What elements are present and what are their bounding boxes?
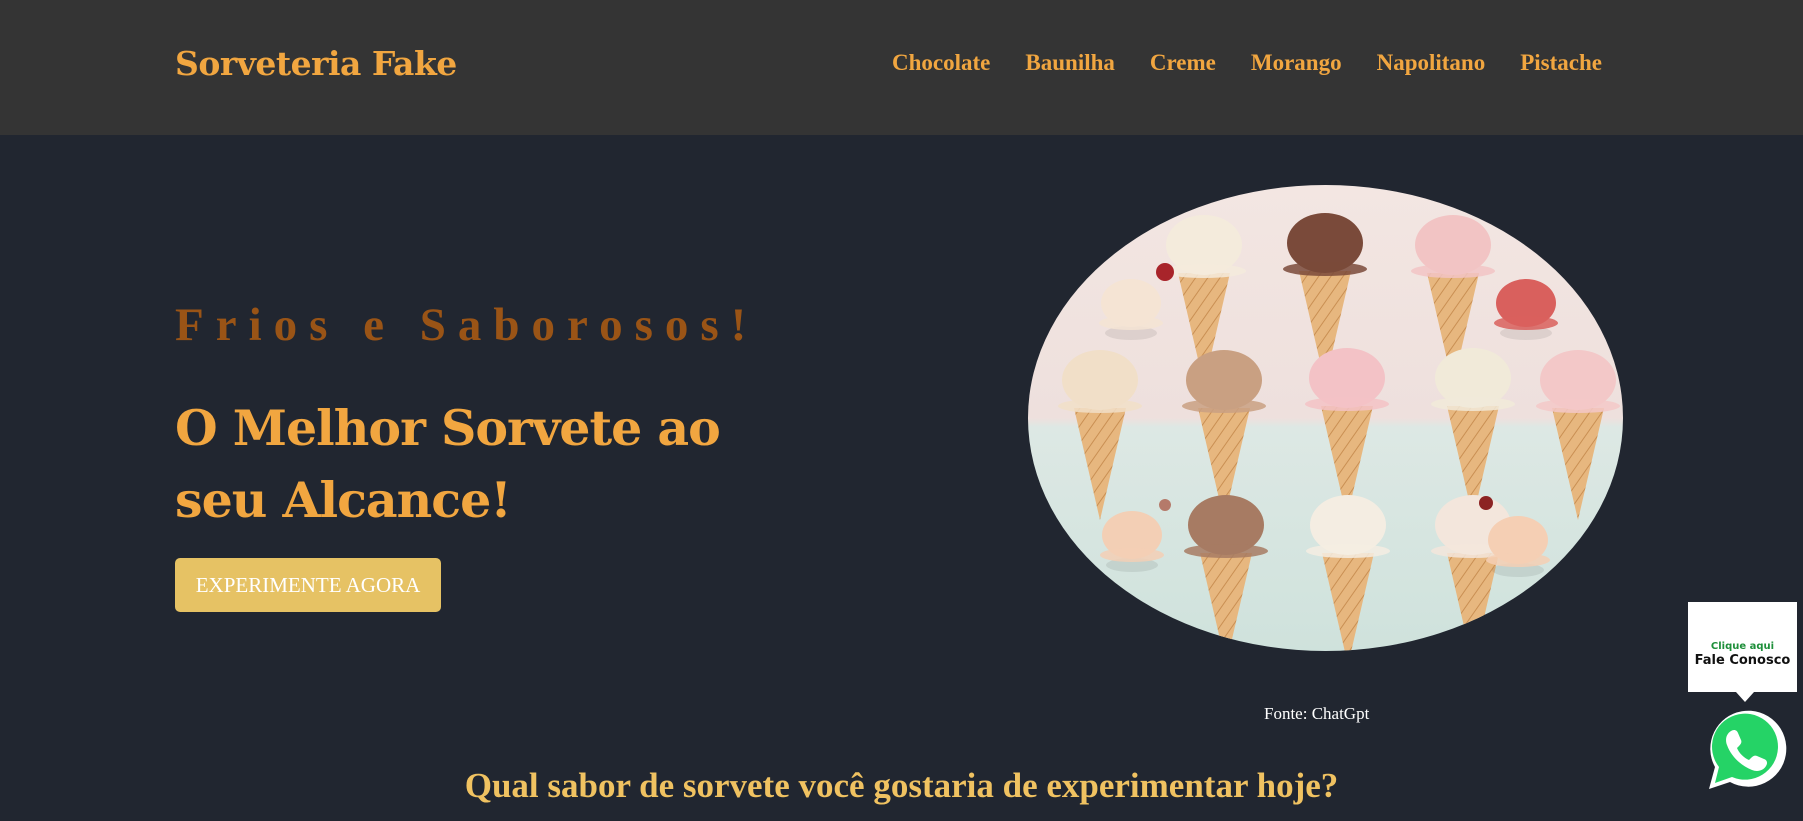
navbar: Sorveteria Fake Chocolate Baunilha Creme… (0, 0, 1803, 135)
nav-item-napolitano[interactable]: Napolitano (1377, 50, 1486, 76)
hero-eyebrow: Frios e Saborosos! (175, 299, 759, 351)
nav-menu: Chocolate Baunilha Creme Morango Napolit… (892, 50, 1602, 76)
ice-cream-cone-5 (1494, 279, 1558, 340)
whatsapp-button[interactable] (1697, 703, 1791, 797)
ice-cream-cones-illustration (1028, 185, 1623, 651)
ice-cream-cones-image (1028, 185, 1623, 651)
nav-item-chocolate[interactable]: Chocolate (892, 50, 990, 76)
brand-logo[interactable]: Sorveteria Fake (175, 44, 457, 83)
ice-cream-cone-15 (1486, 516, 1550, 577)
ice-cream-cone-11 (1100, 511, 1164, 572)
contact-bubble-line2: Fale Conosco (1694, 653, 1791, 668)
experiment-now-button[interactable]: EXPERIMENTE AGORA (175, 558, 441, 612)
flavor-question-heading: Qual sabor de sorvete você gostaria de e… (464, 766, 1339, 805)
image-caption: Fonte: ChatGpt (1264, 704, 1370, 723)
nav-item-creme[interactable]: Creme (1150, 50, 1216, 76)
contact-bubble-line1: Clique aqui (1710, 641, 1775, 652)
hero-headline: O Melhor Sorvete ao seu Alcance! (175, 399, 721, 529)
ice-cream-cone-4 (1099, 279, 1163, 340)
whatsapp-icon (1709, 710, 1787, 789)
contact-bubble[interactable]: Clique aqui Fale Conosco (1688, 602, 1797, 702)
nav-item-baunilha[interactable]: Baunilha (1025, 50, 1115, 76)
nav-item-morango[interactable]: Morango (1251, 50, 1342, 76)
nav-item-pistache[interactable]: Pistache (1520, 50, 1602, 76)
